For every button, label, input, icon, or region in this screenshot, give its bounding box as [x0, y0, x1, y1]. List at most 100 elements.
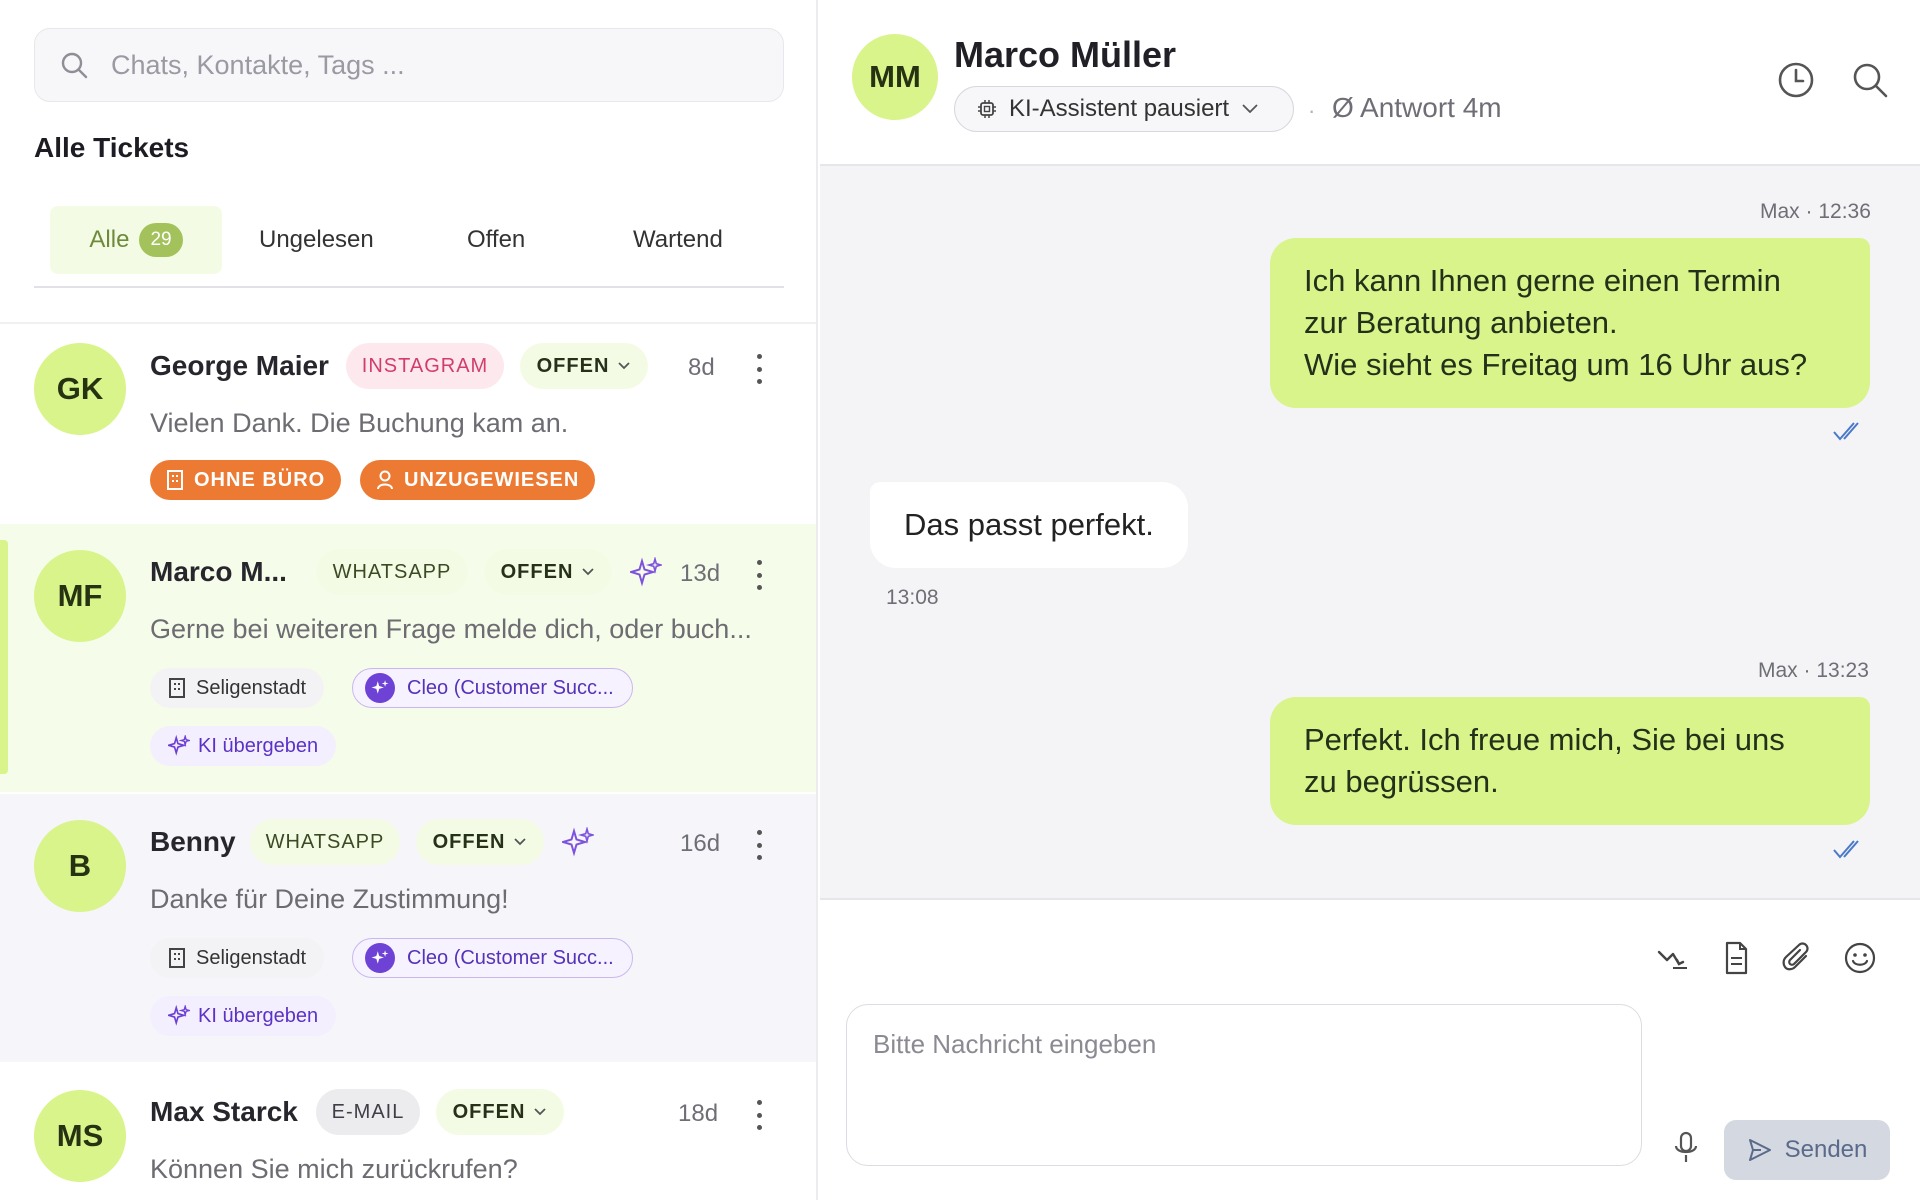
assignee-tag[interactable]: Cleo (Customer Succ...	[352, 938, 633, 978]
building-icon	[169, 948, 185, 968]
ki-handover-tag[interactable]: KI übergeben	[150, 996, 337, 1036]
message-line: Ich kann Ihnen gerne einen Termin	[1304, 263, 1781, 298]
clock-icon[interactable]	[1776, 60, 1816, 100]
tag-label: Seligenstadt	[196, 946, 307, 969]
tab-alle[interactable]: Alle 29	[50, 206, 222, 274]
avatar: MF	[34, 550, 126, 642]
tag-label: KI übergeben	[198, 1004, 319, 1027]
channel-badge: INSTAGRAM	[346, 343, 504, 389]
message-line: Das passt perfekt.	[904, 507, 1154, 542]
ai-sparkle-icon	[562, 827, 594, 857]
status-dropdown[interactable]: OFFEN	[520, 343, 648, 389]
more-icon[interactable]	[754, 560, 764, 590]
tag-label: UNZUGEWIESEN	[404, 468, 580, 491]
contact-name: Benny	[150, 826, 236, 857]
last-message-preview: Gerne bei weiteren Frage melde dich, ode…	[150, 614, 752, 644]
tab-ungelesen[interactable]: Ungelesen	[259, 206, 374, 274]
ticket-age: 18d	[678, 1100, 719, 1127]
tag-label: KI übergeben	[198, 734, 319, 757]
office-tag[interactable]: Seligenstadt	[150, 668, 325, 708]
ai-agent-icon	[365, 673, 395, 703]
ki-handover-tag[interactable]: KI übergeben	[150, 726, 337, 766]
signature-icon[interactable]	[1655, 940, 1691, 976]
contact-name: George Maier	[150, 350, 329, 381]
send-icon	[1748, 1139, 1771, 1161]
channel-badge: E-MAIL	[316, 1089, 420, 1135]
tab-count-badge: 29	[139, 223, 183, 257]
contact-avatar: MM	[852, 34, 938, 120]
status-label: OFFEN	[432, 830, 506, 853]
ticket-list-panel: Chats, Kontakte, Tags ... Alle Tickets A…	[0, 0, 818, 1200]
ai-sparkle-icon	[168, 735, 190, 756]
ticket-age: 8d	[688, 354, 715, 381]
send-label: Senden	[1784, 1136, 1868, 1163]
status-dropdown[interactable]: OFFEN	[484, 549, 612, 595]
message-meta: Max · 13:23	[1758, 659, 1869, 682]
read-receipt-icon	[1833, 840, 1859, 859]
template-document-icon[interactable]	[1718, 940, 1754, 976]
search-box[interactable]: Chats, Kontakte, Tags ...	[34, 28, 784, 102]
contact-name: Marco M...	[150, 556, 287, 587]
tag-label: Cleo (Customer Succ...	[407, 676, 614, 699]
status-dropdown[interactable]: OFFEN	[416, 819, 544, 865]
avg-response-time: Ø Antwort 4m	[1332, 92, 1502, 123]
building-icon	[169, 678, 185, 698]
avatar: MS	[34, 1090, 126, 1182]
status-dropdown[interactable]: OFFEN	[436, 1089, 564, 1135]
ticket-age: 13d	[680, 560, 721, 587]
assignee-tag[interactable]: UNZUGEWIESEN	[360, 460, 596, 500]
last-message-preview: Können Sie mich zurückrufen?	[150, 1154, 518, 1184]
message-line: Perfekt. Ich freue mich, Sie bei uns	[1304, 722, 1785, 757]
office-tag[interactable]: Seligenstadt	[150, 938, 325, 978]
search-icon	[59, 50, 89, 80]
last-message-preview: Vielen Dank. Die Buchung kam an.	[150, 408, 569, 438]
paperclip-icon[interactable]	[1780, 940, 1816, 976]
tag-label: Seligenstadt	[196, 676, 307, 699]
emoji-icon[interactable]	[1842, 940, 1878, 976]
message-line: zur Beratung anbieten.	[1304, 305, 1618, 340]
more-icon[interactable]	[754, 354, 764, 384]
more-icon[interactable]	[754, 830, 764, 860]
filter-tabs: Alle 29 Ungelesen Offen Wartend	[34, 206, 784, 288]
ai-sparkle-icon	[630, 557, 662, 587]
message-meta: 13:08	[886, 586, 939, 609]
avatar: B	[34, 820, 126, 912]
status-label: OFFEN	[500, 560, 574, 583]
chevron-down-icon	[582, 568, 595, 576]
tag-label: OHNE BÜRO	[194, 468, 326, 491]
user-icon	[377, 470, 393, 490]
assignee-tag[interactable]: Cleo (Customer Succ...	[352, 668, 633, 708]
message-input-placeholder: Bitte Nachricht eingeben	[873, 1029, 1157, 1059]
contact-name: Marco Müller	[954, 34, 1177, 75]
office-tag[interactable]: OHNE BÜRO	[150, 460, 342, 500]
microphone-icon[interactable]	[1672, 1130, 1700, 1166]
list-title: Alle Tickets	[34, 132, 190, 163]
ticket-row[interactable]: MS Max Starck E-MAIL OFFEN 18d Können Si…	[0, 1064, 816, 1200]
ki-assistant-dropdown[interactable]: KI-Assistent pausiert	[954, 86, 1294, 132]
chevron-down-icon	[534, 1108, 547, 1116]
ticket-row-selected[interactable]: MF Marco M... WHATSAPP OFFEN 13d Gerne b…	[0, 524, 816, 792]
tag-label: Cleo (Customer Succ...	[407, 946, 614, 969]
chevron-down-icon	[618, 362, 631, 370]
building-icon	[167, 470, 183, 490]
ticket-row[interactable]: GK George Maier INSTAGRAM OFFEN 8d Viele…	[0, 324, 816, 524]
send-button[interactable]: Senden	[1724, 1120, 1890, 1180]
tab-wartend[interactable]: Wartend	[633, 206, 723, 274]
message-line: zu begrüssen.	[1304, 764, 1499, 799]
search-input[interactable]: Chats, Kontakte, Tags ...	[111, 50, 405, 81]
ai-agent-icon	[365, 943, 395, 973]
search-icon[interactable]	[1850, 60, 1890, 100]
message-input[interactable]: Bitte Nachricht eingeben	[846, 1004, 1642, 1166]
channel-badge: WHATSAPP	[316, 549, 468, 595]
message-bubble-outgoing: Perfekt. Ich freue mich, Sie bei uns zu …	[1270, 697, 1870, 825]
chevron-down-icon	[1242, 104, 1258, 114]
status-label: OFFEN	[452, 1100, 526, 1123]
ticket-row[interactable]: B Benny WHATSAPP OFFEN 16d Danke für Dei…	[0, 794, 816, 1062]
more-icon[interactable]	[754, 1100, 764, 1130]
avatar: GK	[34, 343, 126, 435]
chat-header: MM Marco Müller KI-Assistent pausiert · …	[820, 0, 1920, 166]
read-receipt-icon	[1833, 422, 1859, 441]
selection-indicator	[0, 540, 8, 774]
ticket-age: 16d	[680, 830, 721, 857]
tab-offen[interactable]: Offen	[467, 206, 525, 274]
